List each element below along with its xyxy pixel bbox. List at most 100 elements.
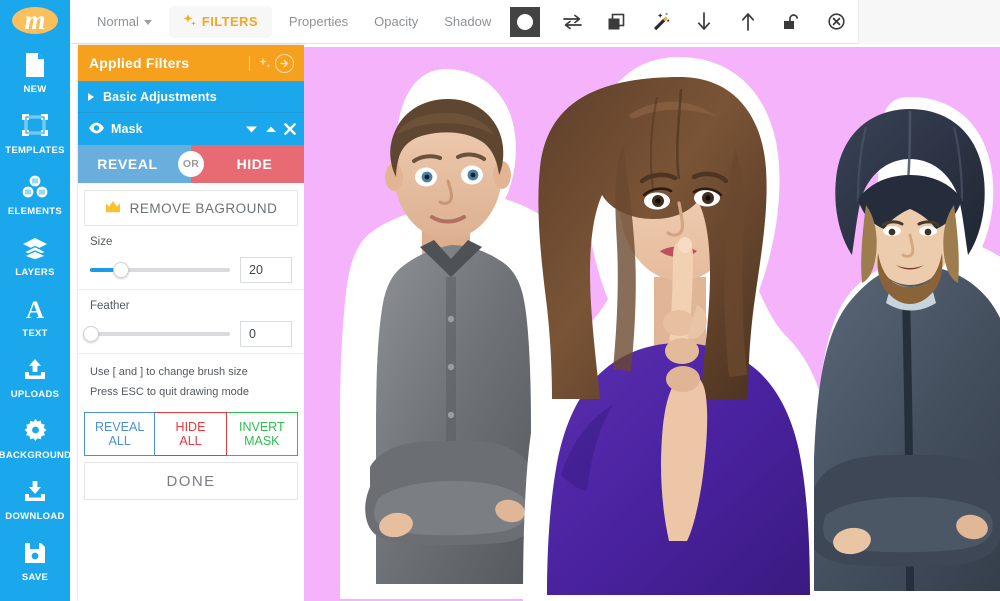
delete-circle-icon[interactable] [819, 0, 853, 44]
invert-mask-line2: MASK [244, 434, 280, 448]
remove-background-button[interactable]: REMOVE BAGROUND [84, 190, 298, 226]
toolbar-empty-area [858, 0, 1000, 44]
triangle-right-icon [88, 92, 94, 101]
app-logo[interactable]: m [12, 7, 58, 34]
sidebar-item-label: TEXT [22, 328, 48, 339]
sidebar-item-label: LAYERS [15, 267, 55, 278]
sidebar-item-label: SAVE [21, 572, 49, 583]
color-swatch-button[interactable] [510, 6, 541, 37]
blend-mode-label: Normal [97, 13, 139, 29]
unlock-icon[interactable] [775, 0, 809, 44]
sidebar-item-label: TEMPLATES [5, 145, 65, 156]
size-slider-knob[interactable] [112, 262, 129, 278]
remove-background-label: REMOVE BAGROUND [129, 200, 278, 216]
hide-button[interactable]: HIDE [191, 145, 304, 183]
sparkle-icon[interactable] [258, 57, 271, 70]
invert-mask-line1: INVERT [239, 420, 285, 434]
basic-adjustments-row[interactable]: Basic Adjustments [78, 81, 304, 113]
download-arrow-icon [20, 477, 50, 507]
upload-arrow-icon [20, 355, 50, 385]
document-icon [20, 50, 50, 80]
svg-text:A: A [26, 297, 44, 322]
move-down-icon[interactable] [687, 0, 721, 44]
sidebar-item-label: UPLOADS [10, 389, 60, 400]
size-slider-block: Size 20 [78, 226, 304, 289]
reveal-label: REVEAL [97, 156, 158, 172]
feather-slider-knob[interactable] [83, 326, 100, 342]
sidebar-item-layers[interactable]: LAYERS [0, 233, 70, 278]
design-canvas[interactable] [304, 47, 1000, 601]
panel-header: Applied Filters [78, 45, 304, 81]
reveal-all-button[interactable]: REVEAL ALL [84, 412, 156, 456]
collapse-arrow-circle-icon[interactable] [275, 53, 294, 73]
text-letter-a-icon: A [20, 294, 50, 324]
reveal-hide-toggle: REVEAL HIDE OR [78, 145, 304, 183]
sidebar-item-label: ELEMENTS [7, 206, 63, 217]
properties-tab[interactable]: Properties [276, 0, 361, 44]
chevron-down-icon [143, 19, 152, 25]
basic-adjustments-label: Basic Adjustments [103, 89, 217, 104]
layers-stack-icon [20, 233, 50, 263]
filters-tab[interactable]: FILTERS [168, 5, 272, 38]
reveal-button[interactable]: REVEAL [78, 145, 191, 183]
hint-brush-size: Use [ and ] to change brush size [90, 366, 248, 378]
applied-filters-panel: Applied Filters Basic Adjustments Mask R… [78, 45, 304, 601]
feather-slider-block: Feather 0 [78, 289, 304, 353]
feather-value-input[interactable]: 0 [240, 321, 292, 347]
mask-action-buttons: REVEAL ALL HIDE ALL INVERT MASK [84, 412, 298, 456]
feather-slider-track[interactable] [83, 326, 230, 342]
mask-label: Mask [111, 122, 143, 136]
feather-slider-label: Feather [90, 300, 130, 312]
mask-row[interactable]: Mask [78, 113, 304, 145]
hide-all-line2: ALL [179, 434, 202, 448]
gear-icon [20, 416, 50, 446]
panel-title: Applied Filters [89, 55, 190, 71]
canvas-area [304, 46, 1000, 601]
app-root: m NEW TEMPLATES ELEMENTS LAYERS A TEXT U… [0, 0, 1000, 601]
brush-hints: Use [ and ] to change brush size Press E… [78, 353, 304, 412]
close-x-icon[interactable] [284, 123, 296, 135]
templates-frame-icon [20, 111, 50, 141]
chevron-up-icon[interactable] [265, 125, 277, 133]
floppy-disk-icon [20, 538, 50, 568]
logo-letter: m [24, 5, 46, 35]
blend-mode-dropdown[interactable]: Normal [84, 0, 165, 44]
sidebar-item-templates[interactable]: TEMPLATES [0, 111, 70, 156]
eye-icon[interactable] [88, 122, 105, 137]
sidebar-item-elements[interactable]: ELEMENTS [0, 172, 70, 217]
cutout-woman-shushing[interactable] [519, 55, 839, 601]
hide-all-button[interactable]: HIDE ALL [155, 412, 227, 456]
elements-shapes-icon [20, 172, 50, 202]
move-up-icon[interactable] [731, 0, 765, 44]
flip-horizontal-icon[interactable] [555, 0, 589, 44]
size-slider-label: Size [90, 236, 113, 248]
size-slider-track[interactable] [90, 262, 230, 278]
sidebar-item-download[interactable]: DOWNLOAD [0, 477, 70, 522]
sidebar-item-new[interactable]: NEW [0, 50, 70, 95]
invert-mask-button[interactable]: INVERT MASK [226, 412, 298, 456]
filters-label: FILTERS [201, 14, 258, 29]
header-divider [249, 55, 250, 71]
sidebar-item-text[interactable]: A TEXT [0, 294, 70, 339]
shadow-tab[interactable]: Shadow [431, 0, 504, 44]
top-toolbar: Normal FILTERS Properties Opacity Shadow [70, 0, 1000, 44]
color-dot-icon [517, 13, 534, 30]
sidebar-item-label: NEW [23, 84, 47, 95]
cutout-man-hoodie[interactable] [814, 95, 1000, 601]
sidebar-item-label: DOWNLOAD [5, 511, 65, 522]
sidebar-item-label: BACKGROUND [0, 450, 70, 461]
chevron-down-icon[interactable] [245, 125, 258, 134]
hide-all-line1: HIDE [175, 420, 206, 434]
duplicate-layers-icon[interactable] [599, 0, 633, 44]
reveal-all-line2: ALL [108, 434, 131, 448]
sidebar-item-uploads[interactable]: UPLOADS [0, 355, 70, 400]
sidebar-item-save[interactable]: SAVE [0, 538, 70, 583]
magic-wand-icon[interactable] [643, 0, 677, 44]
done-button[interactable]: DONE [84, 462, 298, 500]
size-slider-row: 20 [90, 257, 292, 283]
reveal-all-line1: REVEAL [94, 420, 145, 434]
sidebar-item-background[interactable]: BACKGROUND [0, 416, 70, 461]
opacity-tab[interactable]: Opacity [361, 0, 431, 44]
size-value-input[interactable]: 20 [240, 257, 292, 283]
or-badge: OR [178, 151, 204, 177]
